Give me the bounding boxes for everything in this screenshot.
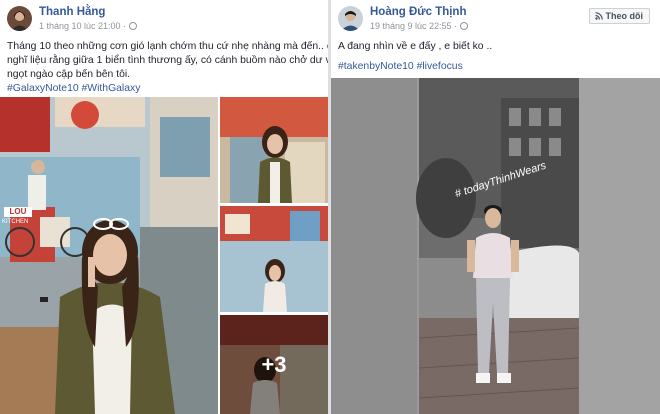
follow-label[interactable]: Theo dõi bbox=[606, 11, 644, 21]
sign-lou: LOU bbox=[4, 207, 32, 217]
left-post: Thanh Hằng 1 tháng 10 lúc 21:00 · Tháng … bbox=[0, 0, 328, 414]
author-name[interactable]: Thanh Hằng bbox=[39, 6, 105, 18]
post-hashtags[interactable]: #GalaxyNote10 #WithGalaxy bbox=[7, 82, 140, 96]
globe-icon bbox=[129, 22, 138, 30]
timestamp-text[interactable]: 1 tháng 10 lúc 21:00 · bbox=[39, 21, 126, 31]
follow-button[interactable]: Theo dõi bbox=[588, 8, 650, 24]
post-text-line-3: ngọt ngào cập bến bên tôi. bbox=[7, 69, 131, 80]
author-avatar[interactable] bbox=[7, 6, 32, 31]
timestamp-text[interactable]: 19 tháng 9 lúc 22:55 · bbox=[370, 21, 457, 31]
post-timestamp[interactable]: 19 tháng 9 lúc 22:55 · bbox=[370, 21, 469, 31]
post-hashtags[interactable]: #takenbyNote10 #livefocus bbox=[338, 60, 463, 74]
post-timestamp[interactable]: 1 tháng 10 lúc 21:00 · bbox=[39, 21, 138, 31]
main-photo[interactable]: LOU KITCHEN bbox=[0, 97, 218, 414]
post-header: Thanh Hằng 1 tháng 10 lúc 21:00 · bbox=[0, 0, 328, 36]
author-avatar[interactable] bbox=[338, 6, 363, 31]
right-post: Hoàng Đức Thịnh 19 tháng 9 lúc 22:55 · T… bbox=[331, 0, 660, 414]
grid-photo-2[interactable] bbox=[220, 206, 328, 312]
main-photo[interactable]: # todayThinhWears bbox=[331, 78, 660, 414]
author-name[interactable]: Hoàng Đức Thịnh bbox=[370, 6, 467, 18]
post-text: A đang nhìn về e đấy , e biết ko .. bbox=[338, 41, 493, 52]
grid-photo-1[interactable] bbox=[220, 97, 328, 203]
post-header: Hoàng Đức Thịnh 19 tháng 9 lúc 22:55 · T… bbox=[331, 0, 660, 36]
sign-kitchen: KITCHEN bbox=[2, 219, 29, 225]
more-photos-overlay[interactable]: +3 bbox=[220, 315, 328, 414]
post-text-line-1: Tháng 10 theo những cơn gió lạnh chớm th… bbox=[7, 41, 328, 52]
more-photos-count[interactable]: +3 bbox=[261, 352, 286, 378]
sign-lou-text: LOU bbox=[9, 207, 27, 216]
globe-icon bbox=[460, 22, 469, 30]
grid-photo-3[interactable]: +3 bbox=[220, 315, 328, 414]
rss-icon bbox=[594, 12, 603, 20]
post-text-line-2: nghĩ liệu rằng giữa 1 biển tình thương ấ… bbox=[7, 55, 328, 66]
